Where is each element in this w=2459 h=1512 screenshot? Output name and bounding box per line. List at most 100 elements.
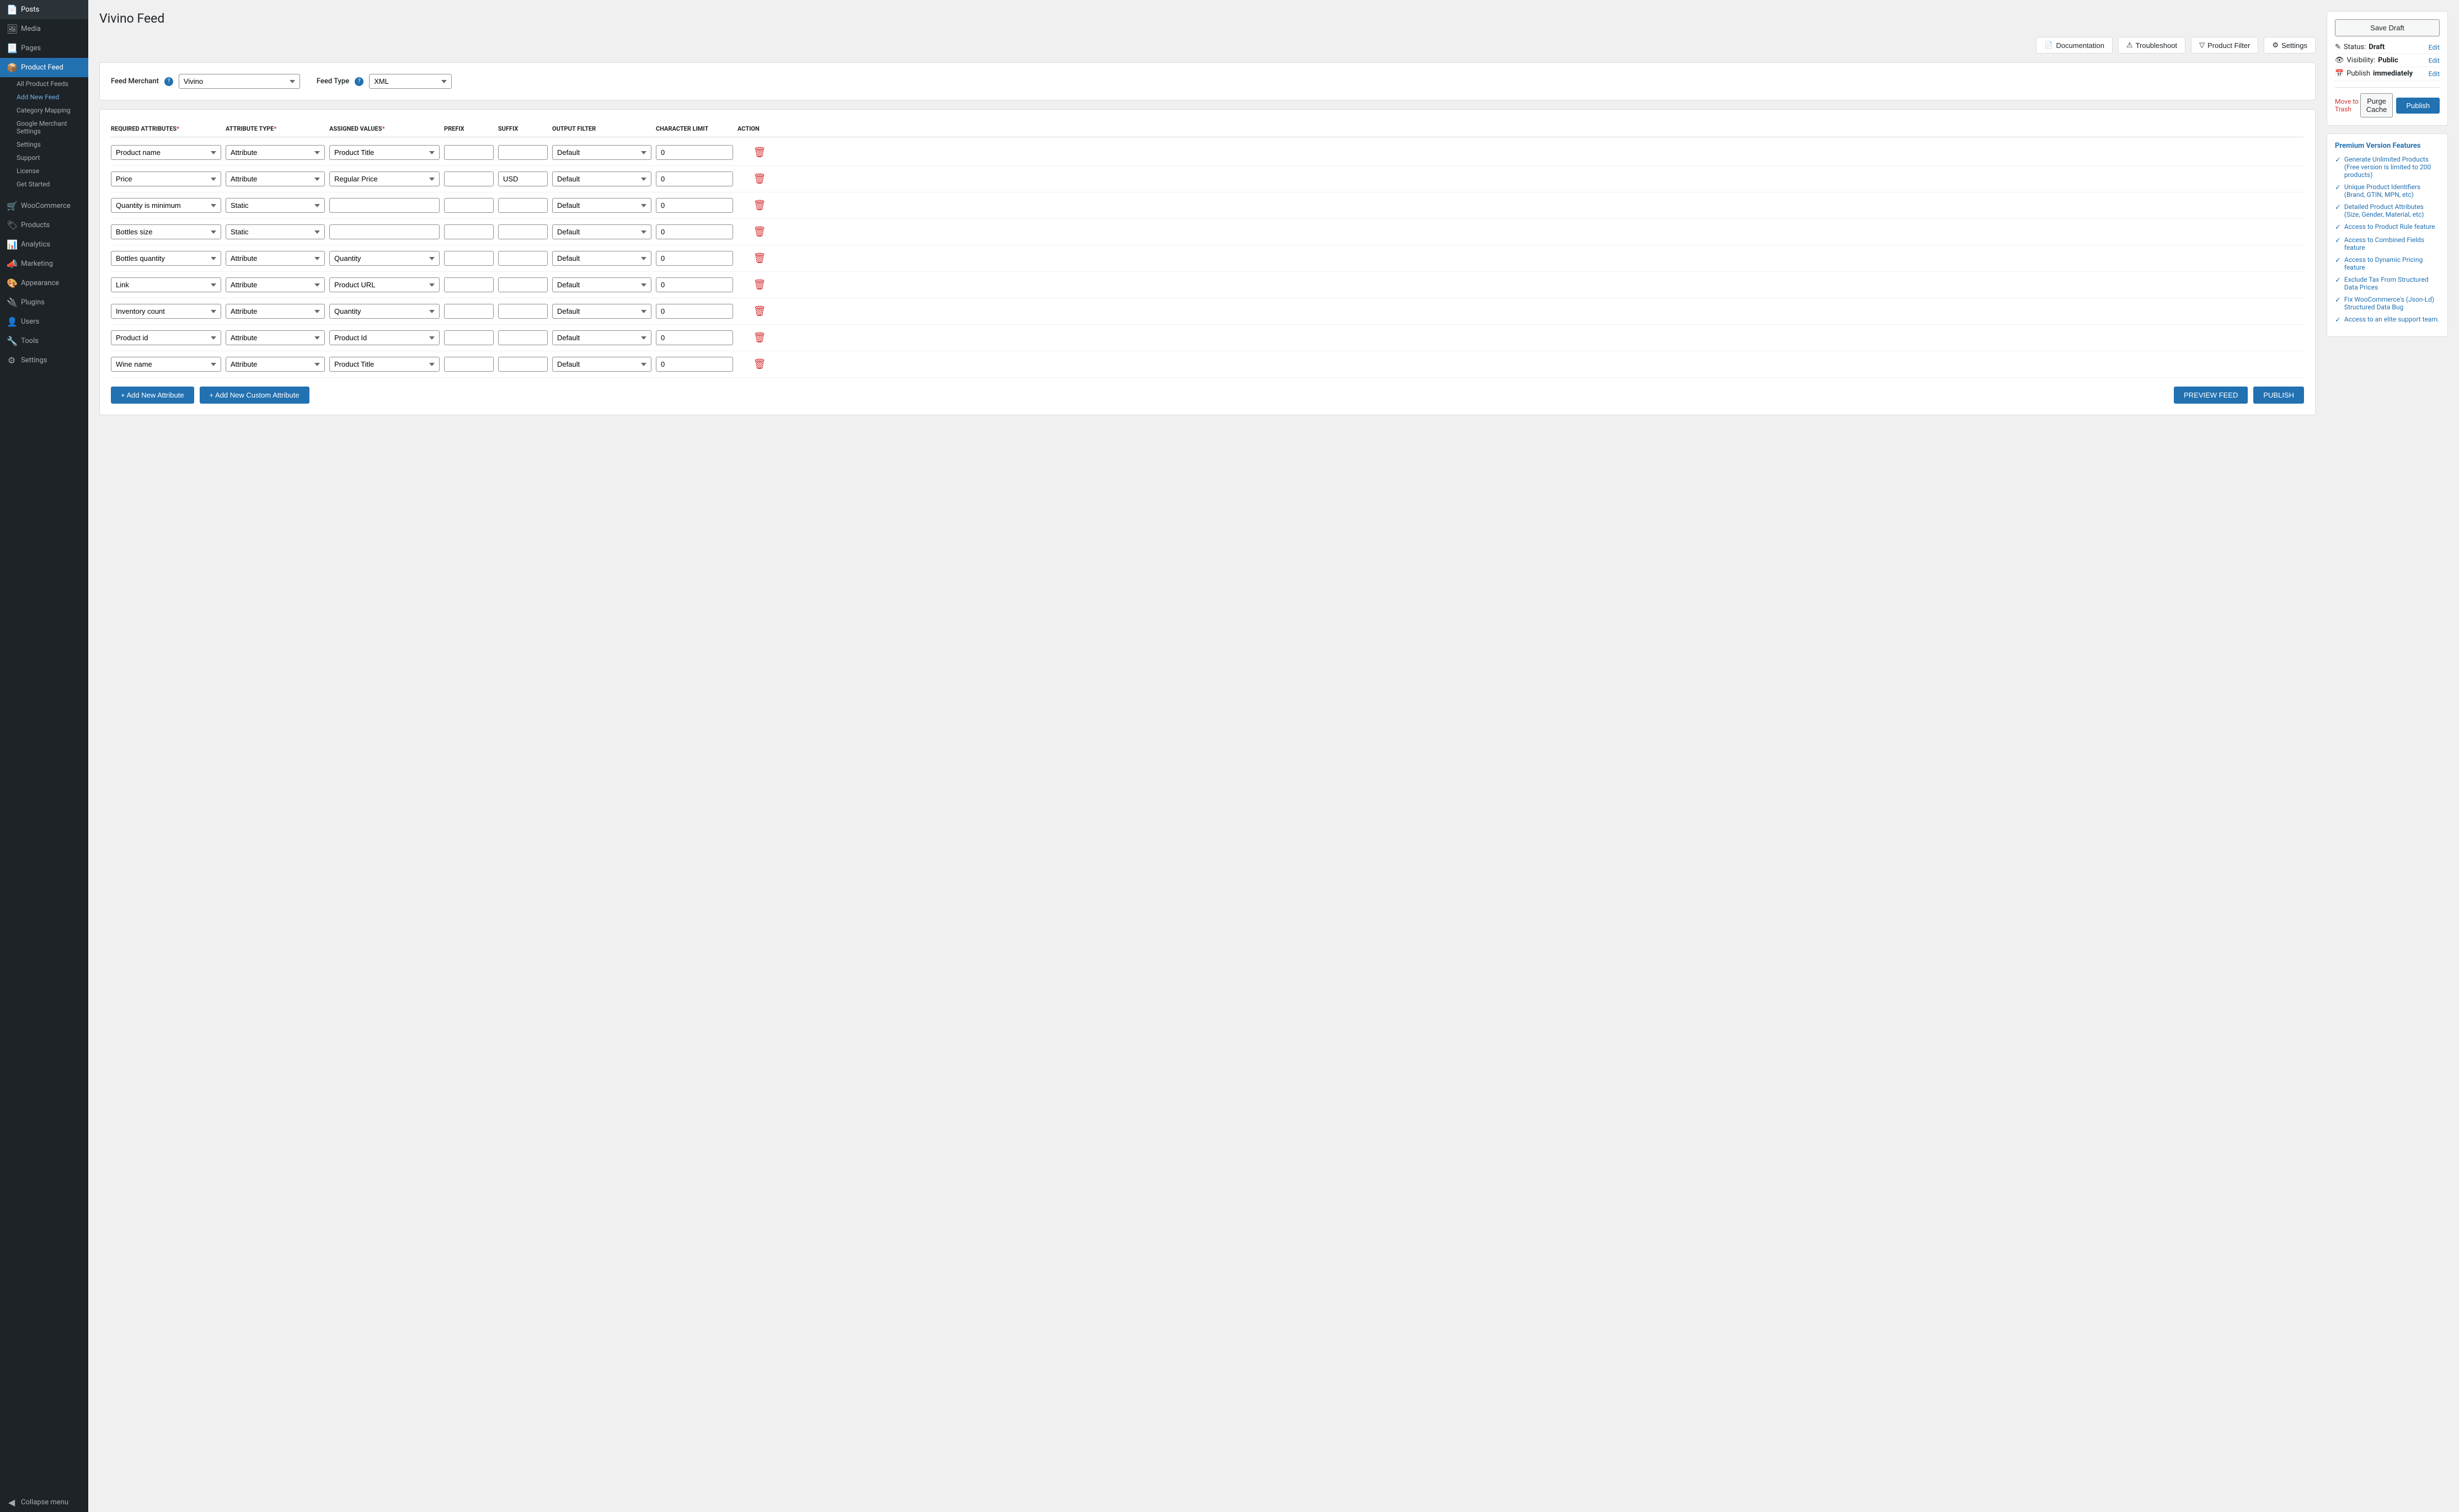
- sidebar-sub-settings[interactable]: Settings: [0, 138, 88, 151]
- prefix-input-5[interactable]: [444, 251, 494, 266]
- sidebar-item-pages[interactable]: 📃 Pages: [0, 39, 88, 58]
- sidebar-item-media[interactable]: 🖼 Media: [0, 19, 88, 39]
- prefix-input-4[interactable]: [444, 224, 494, 239]
- documentation-button[interactable]: 📄 Documentation: [2036, 37, 2113, 53]
- sidebar-sub-all-feeds[interactable]: All Product Feeds: [0, 77, 88, 90]
- preview-feed-button[interactable]: PREVIEW FEED: [2174, 387, 2248, 404]
- delete-btn-9[interactable]: 🗑: [737, 357, 782, 371]
- char-limit-1[interactable]: [656, 145, 733, 160]
- prefix-input-3[interactable]: [444, 198, 494, 213]
- suffix-input-8[interactable]: [498, 330, 548, 345]
- suffix-input-5[interactable]: [498, 251, 548, 266]
- premium-link-7[interactable]: Exclude Tax From Structured Data Prices: [2344, 276, 2440, 291]
- sidebar-sub-support[interactable]: Support: [0, 151, 88, 164]
- char-limit-8[interactable]: [656, 330, 733, 345]
- feed-type-help-icon[interactable]: ?: [355, 77, 363, 86]
- filter-select-8[interactable]: Default: [552, 330, 651, 345]
- sidebar-item-woocommerce[interactable]: 🛒 WooCommerce: [0, 196, 88, 216]
- sidebar-item-product-feed[interactable]: 📦 Product Feed: [0, 58, 88, 77]
- premium-link-8[interactable]: Fix WooCommerce's (Json-Ld) Structured D…: [2344, 296, 2440, 311]
- prefix-input-9[interactable]: [444, 357, 494, 372]
- suffix-input-1[interactable]: [498, 145, 548, 160]
- premium-link-6[interactable]: Access to Dynamic Pricing feature: [2344, 256, 2440, 271]
- suffix-input-9[interactable]: [498, 357, 548, 372]
- filter-select-2[interactable]: Default: [552, 171, 651, 186]
- required-attr-select-1[interactable]: Product name: [111, 145, 221, 160]
- premium-link-4[interactable]: Access to Product Rule feature: [2344, 223, 2435, 230]
- feed-type-select[interactable]: XML: [369, 74, 452, 89]
- visibility-edit-link[interactable]: Edit: [2429, 57, 2440, 65]
- prefix-input-1[interactable]: [444, 145, 494, 160]
- filter-select-1[interactable]: Default: [552, 145, 651, 160]
- type-select-9[interactable]: Attribute: [226, 357, 325, 372]
- char-limit-7[interactable]: [656, 304, 733, 319]
- type-select-2[interactable]: Attribute: [226, 171, 325, 186]
- filter-select-7[interactable]: Default: [552, 304, 651, 319]
- suffix-input-7[interactable]: [498, 304, 548, 319]
- save-draft-button[interactable]: Save Draft: [2335, 19, 2440, 36]
- assigned-input-4[interactable]: [329, 224, 440, 239]
- add-attribute-button[interactable]: + Add New Attribute: [111, 387, 194, 404]
- assigned-select-6[interactable]: Product URL: [329, 277, 440, 292]
- sidebar-item-plugins[interactable]: 🔌 Plugins: [0, 293, 88, 312]
- type-select-7[interactable]: Attribute: [226, 304, 325, 319]
- suffix-input-4[interactable]: [498, 224, 548, 239]
- delete-btn-7[interactable]: 🗑: [737, 304, 782, 318]
- sidebar-item-posts[interactable]: 📄 Posts: [0, 0, 88, 19]
- move-to-trash-link[interactable]: Move to Trash: [2335, 98, 2360, 113]
- sidebar-item-settings[interactable]: ⚙ Settings: [0, 351, 88, 370]
- delete-btn-6[interactable]: 🗑: [737, 278, 782, 292]
- required-attr-select-5[interactable]: Bottles quantity: [111, 251, 221, 266]
- sidebar-item-marketing[interactable]: 📣 Marketing: [0, 254, 88, 274]
- sidebar-sub-license[interactable]: License: [0, 164, 88, 178]
- assigned-select-7[interactable]: Quantity: [329, 304, 440, 319]
- merchant-help-icon[interactable]: ?: [164, 77, 173, 86]
- sidebar-collapse[interactable]: ◀ Collapse menu: [0, 1493, 88, 1512]
- char-limit-6[interactable]: [656, 277, 733, 292]
- sidebar-sub-get-started[interactable]: Get Started: [0, 178, 88, 191]
- suffix-input-2[interactable]: [498, 171, 548, 186]
- delete-btn-5[interactable]: 🗑: [737, 251, 782, 265]
- delete-btn-2[interactable]: 🗑: [737, 172, 782, 186]
- purge-cache-button[interactable]: Purge Cache: [2360, 93, 2393, 117]
- required-attr-select-8[interactable]: Product id: [111, 330, 221, 345]
- type-select-5[interactable]: Attribute: [226, 251, 325, 266]
- premium-link-5[interactable]: Access to Combined Fields feature: [2344, 236, 2440, 251]
- char-limit-9[interactable]: [656, 357, 733, 372]
- required-attr-select-3[interactable]: Quantity is minimum: [111, 198, 221, 213]
- required-attr-select-9[interactable]: Wine name: [111, 357, 221, 372]
- required-attr-select-7[interactable]: Inventory count: [111, 304, 221, 319]
- required-attr-select-4[interactable]: Bottles size: [111, 224, 221, 239]
- status-edit-link[interactable]: Edit: [2429, 44, 2440, 51]
- char-limit-4[interactable]: [656, 224, 733, 239]
- troubleshoot-button[interactable]: ⚠ Troubleshoot: [2118, 37, 2185, 53]
- premium-link-9[interactable]: Access to an elite support team.: [2344, 315, 2439, 323]
- merchant-select[interactable]: Vivino: [179, 74, 300, 89]
- required-attr-select-2[interactable]: Price: [111, 171, 221, 186]
- type-select-4[interactable]: Static: [226, 224, 325, 239]
- sidebar-sub-google-merchant[interactable]: Google Merchant Settings: [0, 117, 88, 138]
- premium-link-3[interactable]: Detailed Product Attributes (Size, Gende…: [2344, 203, 2440, 218]
- publish-button[interactable]: PUBLISH: [2253, 387, 2304, 404]
- sidebar-item-tools[interactable]: 🔧 Tools: [0, 331, 88, 351]
- suffix-input-6[interactable]: [498, 277, 548, 292]
- sidebar-sub-category[interactable]: Category Mapping: [0, 104, 88, 117]
- sidebar-item-analytics[interactable]: 📊 Analytics: [0, 235, 88, 254]
- required-attr-select-6[interactable]: Link: [111, 277, 221, 292]
- publish-edit-link[interactable]: Edit: [2429, 70, 2440, 78]
- settings-button[interactable]: ⚙ Settings: [2264, 37, 2316, 53]
- char-limit-5[interactable]: [656, 251, 733, 266]
- premium-link-1[interactable]: Generate Unlimited Products (Free versio…: [2344, 156, 2440, 179]
- char-limit-3[interactable]: [656, 198, 733, 213]
- assigned-select-2[interactable]: Regular Price: [329, 171, 440, 186]
- assigned-select-5[interactable]: Quantity: [329, 251, 440, 266]
- sidebar-sub-add-new[interactable]: Add New Feed: [0, 90, 88, 104]
- assigned-select-1[interactable]: Product Title: [329, 145, 440, 160]
- premium-link-2[interactable]: Unique Product Identifiers (Brand, GTIN,…: [2344, 183, 2440, 199]
- prefix-input-2[interactable]: [444, 171, 494, 186]
- char-limit-2[interactable]: [656, 171, 733, 186]
- type-select-1[interactable]: Attribute: [226, 145, 325, 160]
- type-select-6[interactable]: Attribute: [226, 277, 325, 292]
- assigned-input-3[interactable]: [329, 198, 440, 213]
- type-select-3[interactable]: Static: [226, 198, 325, 213]
